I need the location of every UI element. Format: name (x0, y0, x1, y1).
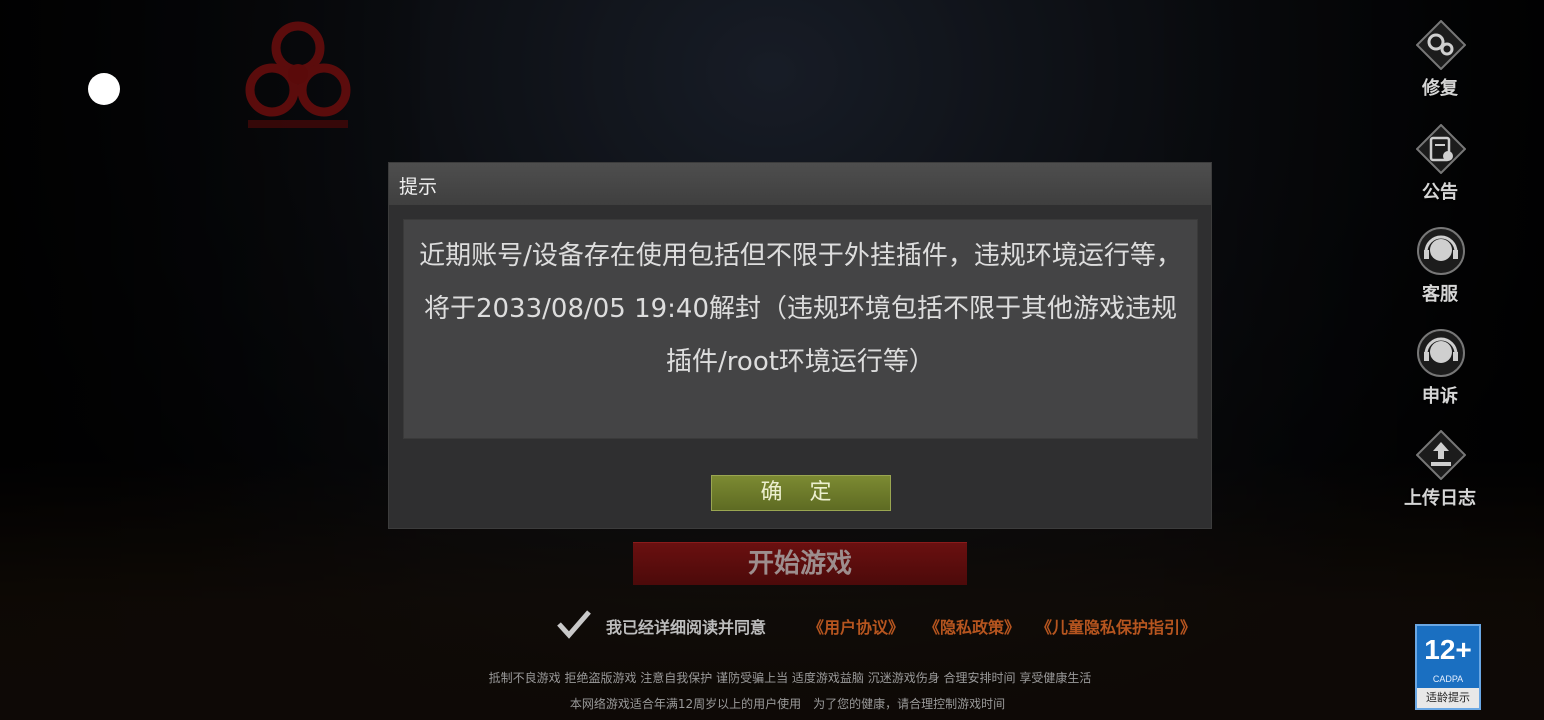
child-privacy-link[interactable]: 《儿童隐私保护指引》 (1036, 614, 1196, 638)
dialog-title: 提示 (399, 176, 438, 198)
health-notice: 抵制不良游戏 拒绝盗版游戏 注意自我保护 谨防受骗上当 适度游戏益脑 沉迷游戏伤… (488, 671, 1092, 685)
age-rating-badge[interactable]: 12+ CADPA 适龄提示 (1415, 624, 1481, 710)
headset-icon (1417, 227, 1465, 275)
dialog-header: 提示 (389, 163, 1211, 205)
upload-log-button[interactable]: 上传日志 (1380, 420, 1500, 520)
biohazard-logo-icon (245, 21, 351, 128)
repair-button[interactable]: 修复 (1380, 10, 1500, 110)
appeal-button[interactable]: 申诉 (1380, 318, 1500, 418)
agreement-text: 我已经详细阅读并同意 (606, 618, 767, 637)
privacy-policy-link[interactable]: 《隐私政策》 (924, 614, 1020, 638)
age-rating-org: CADPA (1432, 674, 1464, 684)
announcement-button[interactable]: 公告 (1380, 114, 1500, 214)
confirm-button[interactable]: 确 定 (711, 475, 891, 511)
customer-service-button[interactable]: 客服 (1380, 216, 1500, 316)
gear-icon (1416, 20, 1466, 70)
announcement-label: 公告 (1422, 182, 1458, 203)
headset-icon (1417, 329, 1465, 377)
start-game-button[interactable]: 开始游戏 (633, 542, 967, 585)
age-rating-tip: 适龄提示 (1417, 688, 1479, 708)
dialog-body: 近期账号/设备存在使用包括但不限于外挂插件，违规环境运行等，将于2033/08/… (403, 219, 1198, 439)
customer-service-label: 客服 (1422, 284, 1458, 305)
floating-assistant-dot[interactable] (88, 73, 120, 105)
upload-log-label: 上传日志 (1404, 488, 1476, 509)
upload-icon (1416, 430, 1466, 480)
repair-label: 修复 (1422, 78, 1458, 99)
age-notice: 本网络游戏适合年满12周岁以上的用户使用 为了您的健康，请合理控制游戏时间 (569, 697, 1006, 711)
ban-message: 近期账号/设备存在使用包括但不限于外挂插件，违规环境运行等，将于2033/08/… (419, 241, 1182, 377)
checkmark-icon[interactable] (556, 607, 592, 641)
user-agreement-link[interactable]: 《用户协议》 (808, 614, 904, 638)
announcement-icon (1416, 124, 1466, 174)
age-rating-value: 12+ (1424, 634, 1472, 665)
appeal-label: 申诉 (1422, 386, 1458, 407)
notice-dialog: 提示 近期账号/设备存在使用包括但不限于外挂插件，违规环境运行等，将于2033/… (389, 163, 1211, 528)
